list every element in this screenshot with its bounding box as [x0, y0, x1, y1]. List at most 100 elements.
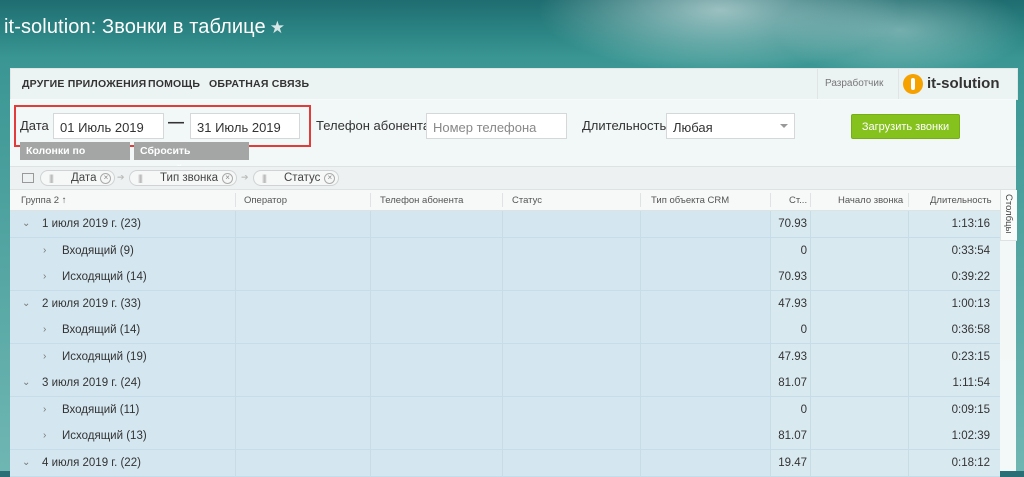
column-line — [235, 237, 236, 264]
row-label: Исходящий (19) — [62, 350, 147, 363]
group-row[interactable]: ⌄ 4 июля 2019 г. (22) 19.47 0:18:12 — [10, 449, 1000, 477]
drag-handle-icon[interactable]: ||| — [138, 171, 143, 185]
row-cost: 81.07 — [778, 377, 807, 389]
menu-item-help[interactable]: ПОМОЩЬ — [148, 78, 200, 90]
column-line — [810, 423, 811, 449]
menu-item-other-apps[interactable]: ДРУГИЕ ПРИЛОЖЕНИЯ — [22, 78, 146, 90]
reset-settings-button[interactable]: Сбросить настройки — [134, 142, 249, 175]
subgroup-row[interactable]: › Исходящий (19) 47.93 0:23:15 — [10, 343, 1000, 371]
column-line — [770, 317, 771, 343]
column-line — [235, 423, 236, 449]
duration-select-value: Любая — [673, 120, 713, 135]
favorite-star-icon[interactable]: ★ — [270, 18, 285, 37]
column-line — [370, 290, 371, 317]
chevron-right-icon[interactable]: › — [43, 404, 46, 415]
group-chip-label: Дата — [71, 172, 97, 184]
chevron-down-icon[interactable]: ⌄ — [22, 377, 30, 388]
subgroup-row[interactable]: › Входящий (9) 0 0:33:54 — [10, 237, 1000, 265]
column-line — [235, 317, 236, 343]
fit-columns-button[interactable]: Колонки по ширине — [20, 142, 130, 175]
load-calls-button[interactable]: Загрузить звонки — [851, 114, 960, 139]
chevron-down-icon[interactable]: ⌄ — [22, 218, 30, 229]
column-line — [770, 449, 771, 476]
column-line — [770, 237, 771, 264]
column-line — [810, 317, 811, 343]
header-duration[interactable]: Длительность — [930, 195, 992, 206]
column-line — [640, 290, 641, 317]
menu-item-feedback[interactable]: ОБРАТНАЯ СВЯЗЬ — [209, 78, 309, 90]
subgroup-row[interactable]: › Исходящий (14) 70.93 0:39:22 — [10, 264, 1000, 291]
chevron-right-icon[interactable]: › — [43, 351, 46, 362]
column-separator[interactable] — [640, 193, 641, 207]
header-group[interactable]: Группа 2 ↑ — [21, 195, 66, 206]
header-operator[interactable]: Оператор — [244, 195, 287, 206]
row-cost: 0 — [800, 324, 807, 336]
row-label: Исходящий (14) — [62, 271, 147, 283]
top-menu: ДРУГИЕ ПРИЛОЖЕНИЯ ПОМОЩЬ ОБРАТНАЯ СВЯЗЬ … — [10, 68, 1018, 100]
column-line — [770, 396, 771, 423]
group-chip-status[interactable]: ||| Статус × — [253, 170, 340, 186]
it-solution-logo[interactable]: it-solution — [903, 73, 1013, 95]
group-chip-date[interactable]: ||| Дата × — [40, 170, 116, 186]
group-row[interactable]: ⌄ 1 июля 2019 г. (23) 70.93 1:13:16 — [10, 211, 1000, 238]
drag-handle-icon[interactable]: ||| — [262, 171, 267, 185]
column-separator[interactable] — [235, 193, 236, 207]
column-separator[interactable] — [770, 193, 771, 207]
column-line — [810, 449, 811, 476]
header-status[interactable]: Статус — [512, 195, 542, 206]
column-line — [908, 449, 909, 476]
row-duration: 0:09:15 — [951, 403, 990, 416]
drag-handle-icon[interactable]: ||| — [49, 171, 54, 185]
date-highlight-frame — [14, 105, 311, 147]
chevron-right-icon[interactable]: › — [43, 271, 46, 282]
column-line — [235, 370, 236, 396]
group-row[interactable]: ⌄ 2 июля 2019 г. (33) 47.93 1:00:13 — [10, 290, 1000, 318]
column-line — [370, 423, 371, 449]
phone-label: Телефон абонента — [316, 118, 431, 133]
page-title: it-solution: Звонки в таблице ★ — [4, 16, 285, 39]
header-crm-type[interactable]: Тип объекта CRM — [651, 195, 729, 206]
columns-side-tab[interactable]: Столбцы — [1000, 190, 1017, 241]
column-line — [502, 290, 503, 317]
column-line — [640, 423, 641, 449]
close-icon[interactable]: × — [222, 173, 234, 184]
column-line — [810, 290, 811, 317]
row-duration: 0:33:54 — [951, 244, 990, 257]
column-line — [770, 423, 771, 449]
column-line — [235, 290, 236, 317]
group-chip-call-type[interactable]: ||| Тип звонка × — [129, 170, 238, 186]
column-line — [370, 237, 371, 264]
header-cost[interactable]: Ст... — [789, 195, 807, 206]
header-start[interactable]: Начало звонка — [838, 195, 903, 206]
close-icon[interactable]: × — [324, 173, 336, 184]
subgroup-row[interactable]: › Входящий (11) 0 0:09:15 — [10, 396, 1000, 424]
column-separator[interactable] — [502, 193, 503, 207]
table-body: ⌄ 1 июля 2019 г. (23) 70.93 1:13:16 › Входящи… — [10, 211, 1000, 477]
chevron-down-icon[interactable]: ⌄ — [22, 457, 30, 468]
chevron-right-icon[interactable]: › — [43, 430, 46, 441]
column-line — [640, 343, 641, 370]
column-separator[interactable] — [908, 193, 909, 207]
duration-select[interactable]: Любая — [666, 113, 795, 139]
column-separator[interactable] — [810, 193, 811, 207]
title-bar: it-solution: Звонки в таблице ★ — [0, 0, 1024, 56]
close-icon[interactable]: × — [100, 173, 112, 184]
column-line — [502, 264, 503, 290]
column-line — [640, 237, 641, 264]
column-line — [908, 290, 909, 317]
phone-input[interactable]: Номер телефона — [426, 113, 567, 139]
column-line — [370, 370, 371, 396]
chevron-right-icon[interactable]: › — [43, 245, 46, 256]
column-line — [770, 370, 771, 396]
header-phone[interactable]: Телефон абонента — [380, 195, 463, 206]
column-line — [770, 264, 771, 290]
column-line — [770, 211, 771, 237]
subgroup-row[interactable]: › Входящий (14) 0 0:36:58 — [10, 317, 1000, 344]
column-line — [810, 237, 811, 264]
column-line — [908, 317, 909, 343]
subgroup-row[interactable]: › Исходящий (13) 81.07 1:02:39 — [10, 423, 1000, 450]
chevron-down-icon[interactable]: ⌄ — [22, 298, 30, 309]
group-row[interactable]: ⌄ 3 июля 2019 г. (24) 81.07 1:11:54 — [10, 370, 1000, 397]
column-separator[interactable] — [370, 193, 371, 207]
chevron-right-icon[interactable]: › — [43, 324, 46, 335]
